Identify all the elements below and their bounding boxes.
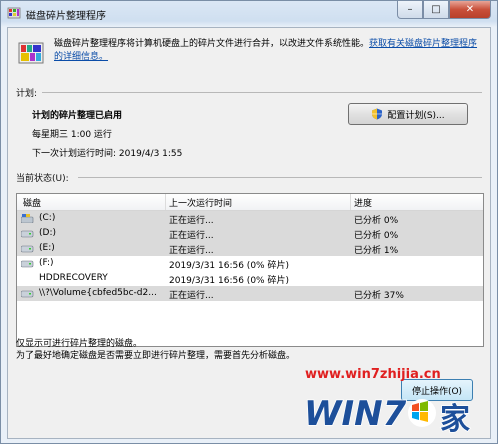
column-divider <box>350 194 351 210</box>
disk-status-table[interactable]: 磁盘 上一次运行时间 进度 (C:) 正在运行... 已分析 0% (D:) 正… <box>16 193 484 347</box>
win7-watermark-logo: WIN7 家 <box>303 393 471 435</box>
disk-name: (D:) <box>39 228 56 238</box>
status-divider <box>78 177 482 178</box>
table-header: 磁盘 上一次运行时间 进度 <box>17 194 483 211</box>
column-header-progress[interactable]: 进度 <box>354 196 372 209</box>
defrag-app-icon <box>7 7 21 19</box>
close-window-button[interactable]: ✕ <box>449 1 491 19</box>
disk-name: (C:) <box>39 213 56 223</box>
drive-icon <box>21 245 34 253</box>
watermark-url: www.win7zhijia.cn <box>305 367 441 382</box>
intro-text: 磁盘碎片整理程序将计算机硬盘上的碎片文件进行合并，以改进文件系统性能。获取有关磁… <box>54 38 484 64</box>
disk-progress: 已分析 0% <box>354 231 399 241</box>
disk-progress: 已分析 0% <box>354 216 399 226</box>
schedule-label: 计划: <box>16 89 38 99</box>
configure-schedule-button[interactable]: 配置计划(S)... <box>348 103 468 125</box>
disk-last-run: 正在运行... <box>169 231 214 241</box>
window-controls: – □ ✕ <box>397 1 491 19</box>
table-row[interactable]: \\?\Volume{cbfed5bc-d2... 正在运行... 已分析 37… <box>17 286 483 301</box>
uac-shield-icon <box>372 108 383 120</box>
watermark-suffix: 家 <box>440 402 470 435</box>
disk-last-run: 2019/3/31 16:56 (0% 碎片) <box>169 276 289 286</box>
defrag-icon <box>18 42 44 64</box>
disk-last-run: 正在运行... <box>169 291 214 301</box>
column-header-last-run[interactable]: 上一次运行时间 <box>169 196 232 209</box>
table-row[interactable]: HDDRECOVERY 2019/3/31 16:56 (0% 碎片) <box>17 271 483 286</box>
drive-icon <box>21 260 34 268</box>
schedule-next-run: 下一次计划运行时间: 2019/4/3 1:55 <box>32 149 183 159</box>
minimize-button[interactable]: – <box>397 1 423 19</box>
schedule-frequency: 每星期三 1:00 运行 <box>32 130 112 140</box>
column-divider <box>165 194 166 210</box>
table-row[interactable]: (E:) 正在运行... 已分析 1% <box>17 241 483 256</box>
table-row[interactable]: (D:) 正在运行... 已分析 0% <box>17 226 483 241</box>
schedule-status: 计划的碎片整理已启用 <box>32 111 123 121</box>
intro-description: 磁盘碎片整理程序将计算机硬盘上的碎片文件进行合并，以改进文件系统性能。 <box>54 39 370 49</box>
schedule-divider <box>42 92 482 93</box>
disk-last-run: 正在运行... <box>169 216 214 226</box>
column-header-disk[interactable]: 磁盘 <box>23 196 41 209</box>
title-bar[interactable]: 磁盘碎片整理程序 – □ ✕ <box>1 1 497 27</box>
maximize-button[interactable]: □ <box>423 1 449 19</box>
drive-icon <box>21 230 34 238</box>
disk-progress: 已分析 1% <box>354 246 399 256</box>
disk-name: HDDRECOVERY <box>39 273 108 283</box>
configure-schedule-label: 配置计划(S)... <box>387 110 445 121</box>
window-title: 磁盘碎片整理程序 <box>26 11 106 22</box>
table-row[interactable]: (C:) 正在运行... 已分析 0% <box>17 211 483 226</box>
disk-name: (F:) <box>39 258 54 268</box>
disk-name: \\?\Volume{cbfed5bc-d2... <box>39 288 157 298</box>
watermark-brand: WIN7 <box>304 394 407 434</box>
table-row[interactable]: (F:) 2019/3/31 16:56 (0% 碎片) <box>17 256 483 271</box>
disk-name: (E:) <box>39 243 55 253</box>
disk-last-run: 正在运行... <box>169 246 214 256</box>
disk-last-run: 2019/3/31 16:56 (0% 碎片) <box>169 261 289 271</box>
current-status-label: 当前状态(U): <box>16 174 69 184</box>
disk-progress: 已分析 37% <box>354 291 404 301</box>
system-drive-icon <box>21 214 34 223</box>
drive-icon <box>21 290 34 298</box>
footer-note-2: 为了最好地确定磁盘是否需要立即进行碎片整理，需要首先分析磁盘。 <box>16 351 296 361</box>
